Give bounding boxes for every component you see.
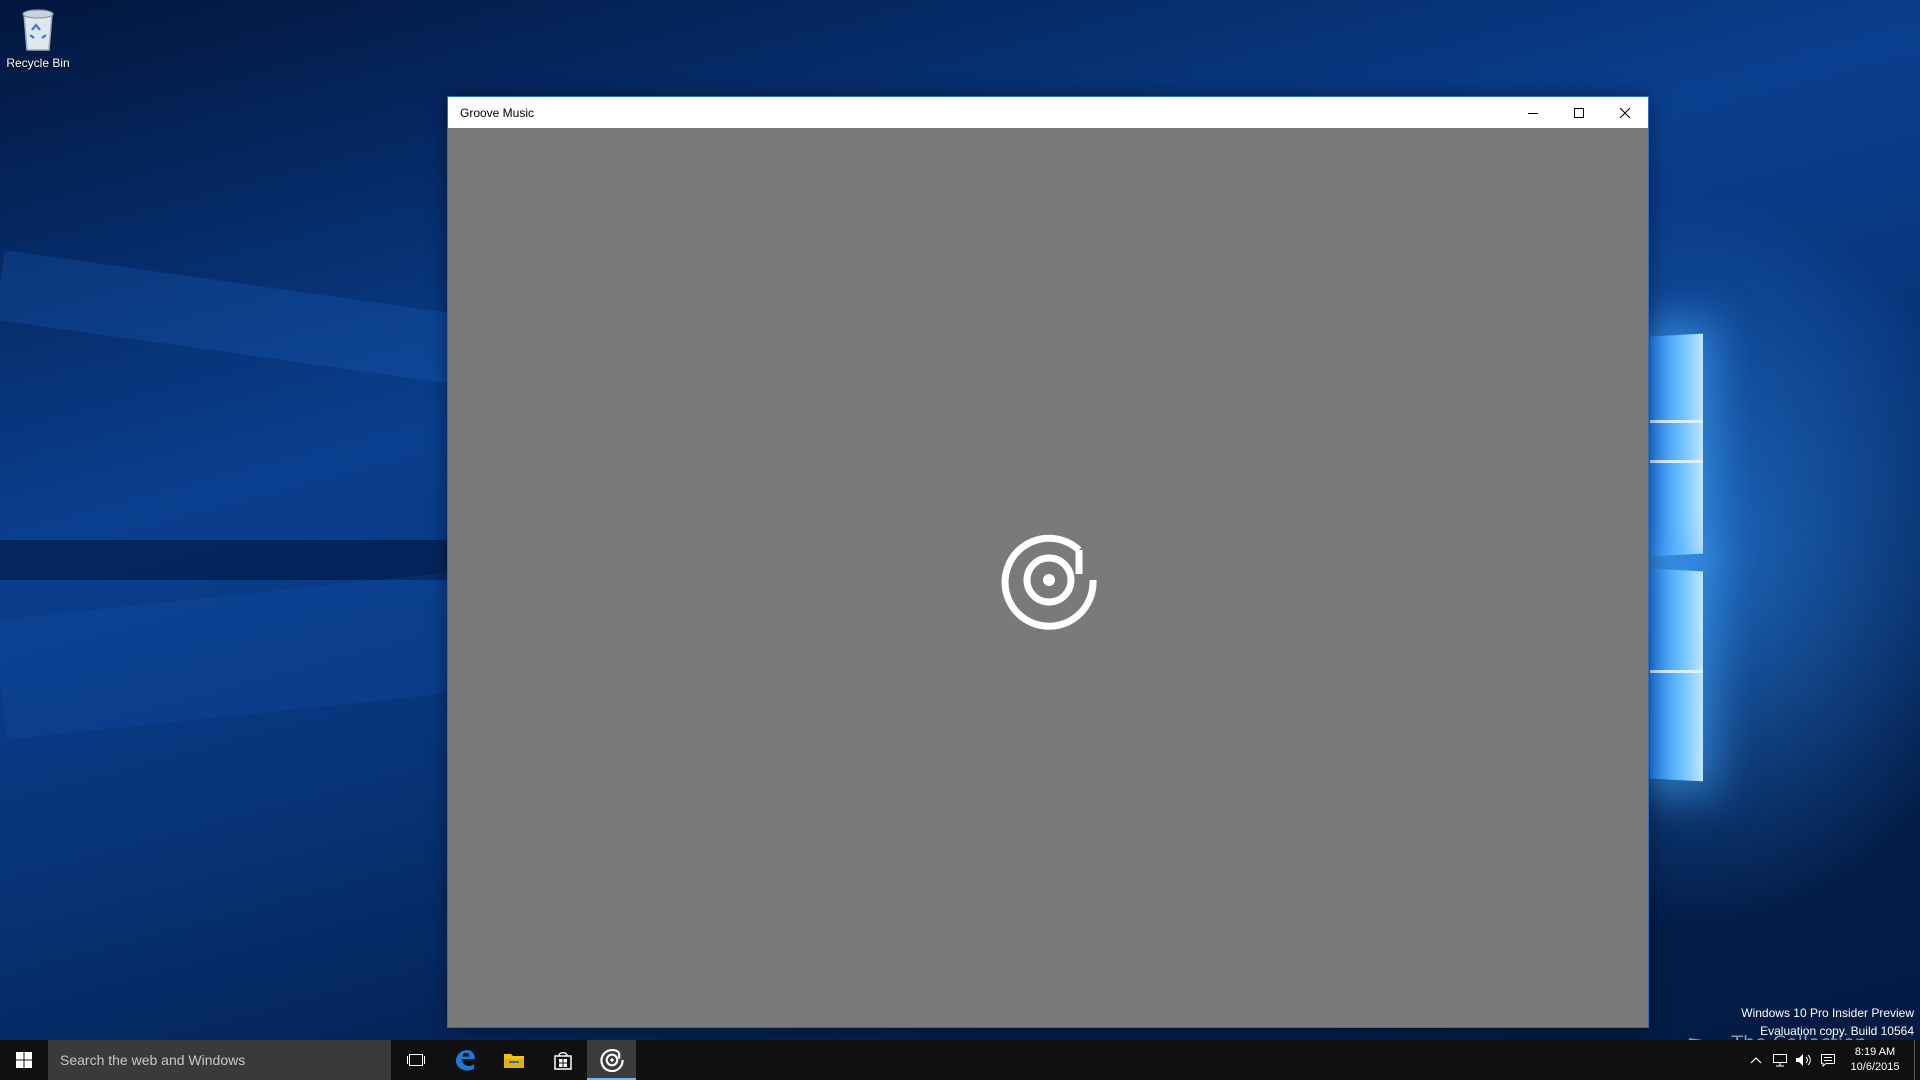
- search-placeholder: Search the web and Windows: [60, 1052, 246, 1068]
- taskbar-edge[interactable]: [440, 1040, 489, 1080]
- network-icon: [1773, 1054, 1787, 1067]
- folder-icon: [503, 1054, 524, 1068]
- groove-music-icon: [599, 1048, 624, 1072]
- watermark-edition: Windows 10 Pro Insider Preview: [1741, 1006, 1914, 1020]
- clock-date: 10/6/2015: [1850, 1061, 1900, 1073]
- wallpaper-shadow: [0, 540, 460, 580]
- wallpaper-logo-pane: [1650, 333, 1703, 557]
- maximize-button[interactable]: [1556, 97, 1602, 128]
- wallpaper-logo-line: [1650, 460, 1703, 463]
- recycle-bin-icon: [22, 9, 54, 51]
- groove-music-icon: [1001, 534, 1097, 630]
- wallpaper-beam: [0, 250, 461, 384]
- clock[interactable]: 8:19 AM 10/6/2015: [1840, 1045, 1910, 1075]
- store-icon: [553, 1051, 572, 1070]
- network-button[interactable]: [1768, 1040, 1792, 1080]
- chevron-up-icon: [1750, 1057, 1762, 1064]
- window-title: Groove Music: [460, 105, 535, 120]
- wallpaper-logo-line: [1650, 420, 1703, 423]
- windows-logo-icon: [16, 1052, 32, 1068]
- splash-screen: [448, 128, 1648, 1027]
- action-center-button[interactable]: [1816, 1040, 1840, 1080]
- minimize-icon: [1528, 112, 1538, 114]
- volume-button[interactable]: [1792, 1040, 1816, 1080]
- close-icon: [1619, 107, 1631, 118]
- system-tray: 8:19 AM 10/6/2015: [1744, 1040, 1920, 1080]
- taskbar: Search the web and Windows 8:19 AM 10/6/…: [0, 1040, 1920, 1080]
- edge-icon: [455, 1050, 475, 1071]
- volume-icon: [1796, 1054, 1811, 1066]
- action-center-icon: [1821, 1054, 1835, 1067]
- search-input[interactable]: Search the web and Windows: [48, 1040, 391, 1080]
- maximize-icon: [1574, 107, 1584, 118]
- clock-time: 8:19 AM: [1854, 1046, 1896, 1058]
- task-view-button[interactable]: [391, 1040, 440, 1080]
- close-button[interactable]: [1602, 97, 1648, 128]
- show-desktop-button[interactable]: [1914, 1040, 1920, 1080]
- desktop-icon-recycle-bin[interactable]: Recycle Bin: [4, 6, 72, 70]
- minimize-button[interactable]: [1510, 97, 1556, 128]
- desktop-icon-label: Recycle Bin: [6, 56, 70, 70]
- wallpaper-logo-pane: [1650, 568, 1703, 782]
- title-bar[interactable]: Groove Music: [448, 97, 1648, 128]
- taskbar-groove-music[interactable]: [587, 1040, 636, 1080]
- task-view-icon: [406, 1054, 425, 1066]
- show-hidden-icons-button[interactable]: [1744, 1040, 1768, 1080]
- groove-music-window[interactable]: Groove Music: [447, 96, 1649, 1028]
- taskbar-store[interactable]: [538, 1040, 587, 1080]
- wallpaper-logo-line: [1650, 670, 1703, 673]
- wallpaper-beam: [0, 572, 464, 740]
- taskbar-file-explorer[interactable]: [489, 1040, 538, 1080]
- start-button[interactable]: [0, 1040, 48, 1080]
